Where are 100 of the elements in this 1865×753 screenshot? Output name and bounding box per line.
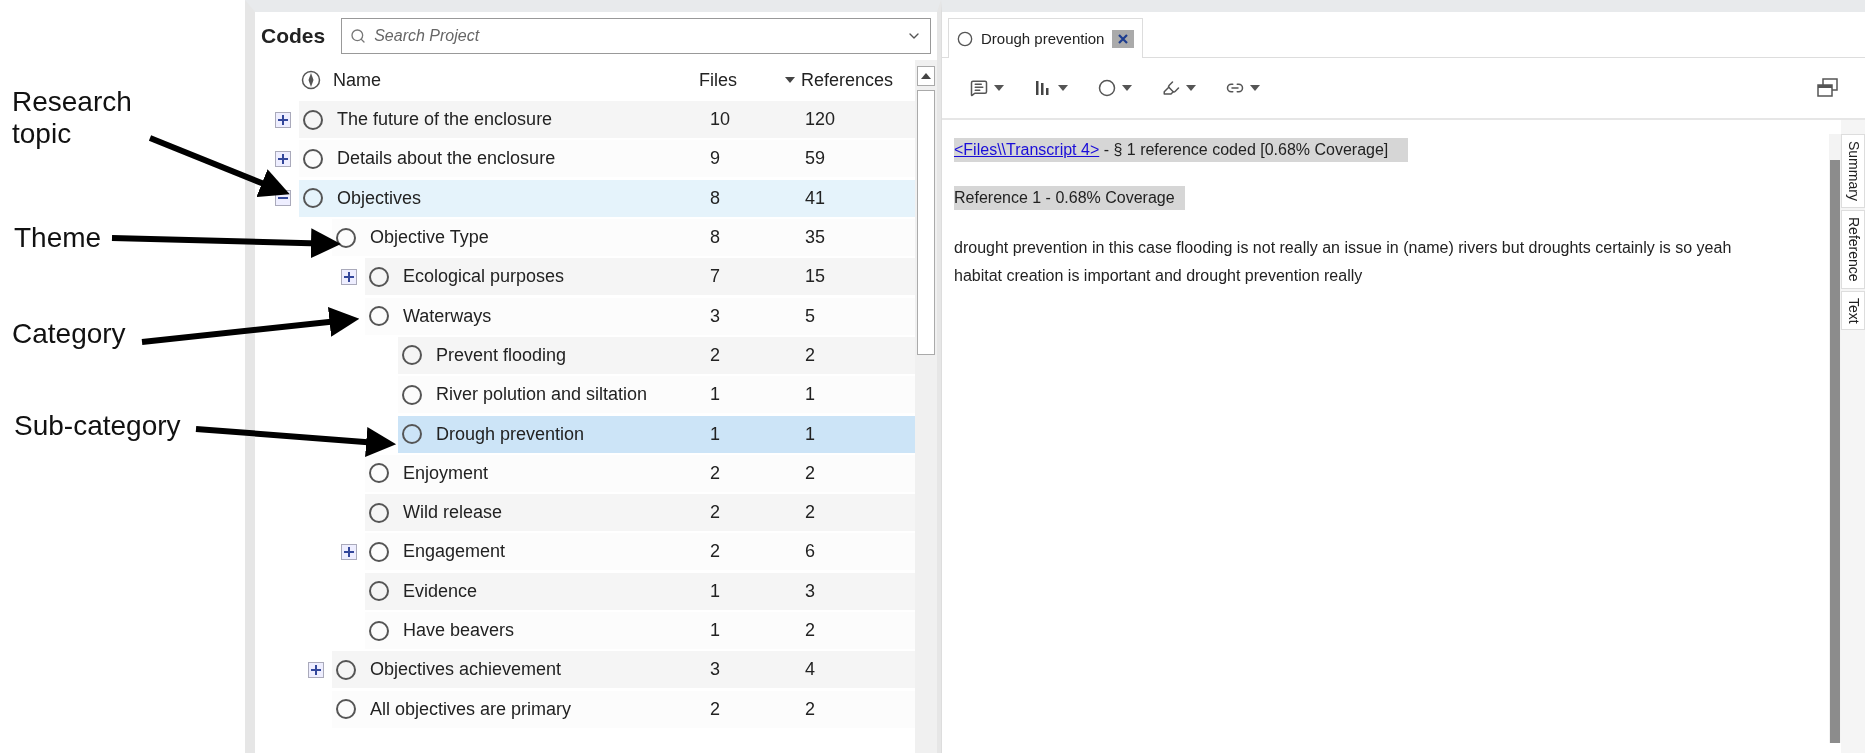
- references-count: 120: [805, 109, 837, 131]
- tree-row[interactable]: The future of the enclosure 10 120: [299, 101, 915, 139]
- files-count: 3: [710, 305, 721, 327]
- annotation-label: Research topic: [12, 86, 133, 150]
- code-name: The future of the enclosure: [337, 109, 554, 131]
- memo-icon: [970, 79, 988, 97]
- side-tab[interactable]: Summary: [1841, 134, 1865, 208]
- code-name: All objectives are primary: [370, 698, 573, 720]
- node-icon: [369, 502, 389, 523]
- search-icon: [350, 28, 367, 44]
- code-name: Waterways: [403, 305, 493, 327]
- compass-icon[interactable]: [301, 70, 321, 90]
- expander-toggle[interactable]: [341, 543, 357, 560]
- files-count: 1: [710, 384, 721, 406]
- caret-icon: [1250, 85, 1260, 91]
- files-count: 9: [710, 148, 721, 170]
- node-icon: [369, 266, 389, 287]
- caret-icon: [1058, 85, 1068, 91]
- column-header[interactable]: Name: [333, 69, 699, 91]
- code-name: Ecological purposes: [403, 266, 566, 288]
- annotation-label: Category: [12, 318, 126, 350]
- tree-row[interactable]: Objectives 8 41: [299, 179, 915, 217]
- node-icon: [369, 620, 389, 641]
- document-tab[interactable]: Drough prevention: [948, 18, 1144, 58]
- references-count: 4: [805, 659, 816, 681]
- node-icon: [303, 109, 323, 130]
- triangle-up-icon: [921, 73, 931, 79]
- references-count: 59: [805, 148, 827, 170]
- caret-icon: [1122, 85, 1132, 91]
- references-count: 6: [805, 541, 816, 563]
- excerpt-text: drought prevention in this case flooding is not really an issue in (name) rivers but droughts certainly is so yeah habitat creation is important and drought prevention really: [954, 238, 1733, 286]
- column-header[interactable]: Files: [699, 69, 785, 91]
- side-tab[interactable]: Text: [1841, 290, 1865, 331]
- bars-icon: [1034, 79, 1052, 97]
- code-name: Details about the enclosure: [337, 148, 557, 170]
- tree-row[interactable]: Ecological purposes 7 15: [365, 258, 915, 296]
- code-name: Drough prevention: [436, 423, 586, 445]
- expander-toggle[interactable]: [275, 111, 291, 128]
- plus-icon: [278, 114, 288, 125]
- highlighter-icon: [1162, 79, 1180, 97]
- panel-title: Codes: [261, 24, 326, 48]
- references-count: 35: [805, 227, 827, 249]
- node-icon: [957, 30, 973, 47]
- expander-toggle[interactable]: [341, 268, 357, 285]
- plus-icon: [344, 546, 354, 557]
- scroll-up-button[interactable]: [917, 66, 935, 86]
- caret-icon: [1186, 85, 1196, 91]
- files-count: 1: [710, 620, 721, 641]
- files-count: 1: [710, 423, 721, 445]
- scrollbar-track[interactable]: [1829, 134, 1841, 743]
- code-name: Wild release: [403, 502, 504, 524]
- code-name: Evidence: [403, 580, 479, 602]
- files-count: 1: [710, 580, 721, 602]
- expander-toggle[interactable]: [308, 661, 324, 678]
- references-count: 1: [805, 384, 816, 406]
- tree-row[interactable]: Evidence 1 3: [365, 572, 915, 610]
- node-icon: [402, 424, 422, 444]
- references-count: 15: [805, 266, 827, 288]
- references-count: 2: [805, 502, 816, 524]
- files-count: 2: [710, 344, 721, 366]
- side-tab[interactable]: Reference: [1841, 209, 1865, 289]
- tree-row[interactable]: Wild release 2 2: [365, 494, 915, 532]
- references-count: 3: [805, 580, 816, 602]
- references-count: 2: [805, 462, 816, 484]
- tree-row[interactable]: Prevent flooding 2 2: [398, 336, 915, 374]
- references-count: 1: [805, 423, 816, 445]
- restore-window-icon[interactable]: [1817, 78, 1839, 98]
- code-dropdown[interactable]: [1096, 77, 1134, 99]
- tree-row[interactable]: Drough prevention 1 1: [398, 415, 915, 453]
- search-field[interactable]: Search Project: [341, 18, 931, 54]
- node-icon: [303, 148, 323, 169]
- close-button[interactable]: [1112, 29, 1135, 48]
- tree-row[interactable]: Objectives achievement 3 4: [332, 651, 915, 689]
- code-name: Objectives: [337, 187, 423, 209]
- scrollbar-thumb[interactable]: [917, 90, 935, 355]
- node-icon: [303, 188, 323, 209]
- file-link[interactable]: <Files\\Transcript 4>: [954, 141, 1100, 158]
- scrollbar-thumb[interactable]: [1830, 160, 1840, 743]
- files-count: 2: [710, 462, 721, 484]
- code-name: Enjoyment: [403, 462, 490, 484]
- node-icon: [369, 581, 389, 602]
- references-count: 2: [805, 620, 816, 641]
- node-icon: [336, 227, 356, 248]
- expander-toggle[interactable]: [275, 150, 291, 167]
- annotation-label: Theme: [14, 222, 102, 254]
- code-name: Engagement: [403, 541, 507, 563]
- code-name: Prevent flooding: [436, 344, 568, 366]
- circle-icon: [1098, 79, 1116, 97]
- node-icon: [369, 541, 389, 562]
- node-icon: [336, 699, 356, 720]
- files-count: 7: [710, 266, 721, 288]
- code-name: River polution and siltation: [436, 384, 649, 406]
- code-name: Objective Type: [370, 227, 490, 249]
- node-icon: [402, 345, 422, 366]
- files-count: 3: [710, 659, 721, 681]
- references-count: 2: [805, 344, 816, 366]
- node-icon: [402, 384, 422, 405]
- coverage-summary: - § 1 reference coded [0.68% Coverage]: [1102, 141, 1389, 158]
- column-header[interactable]: References: [785, 69, 915, 91]
- references-count: 5: [805, 305, 816, 327]
